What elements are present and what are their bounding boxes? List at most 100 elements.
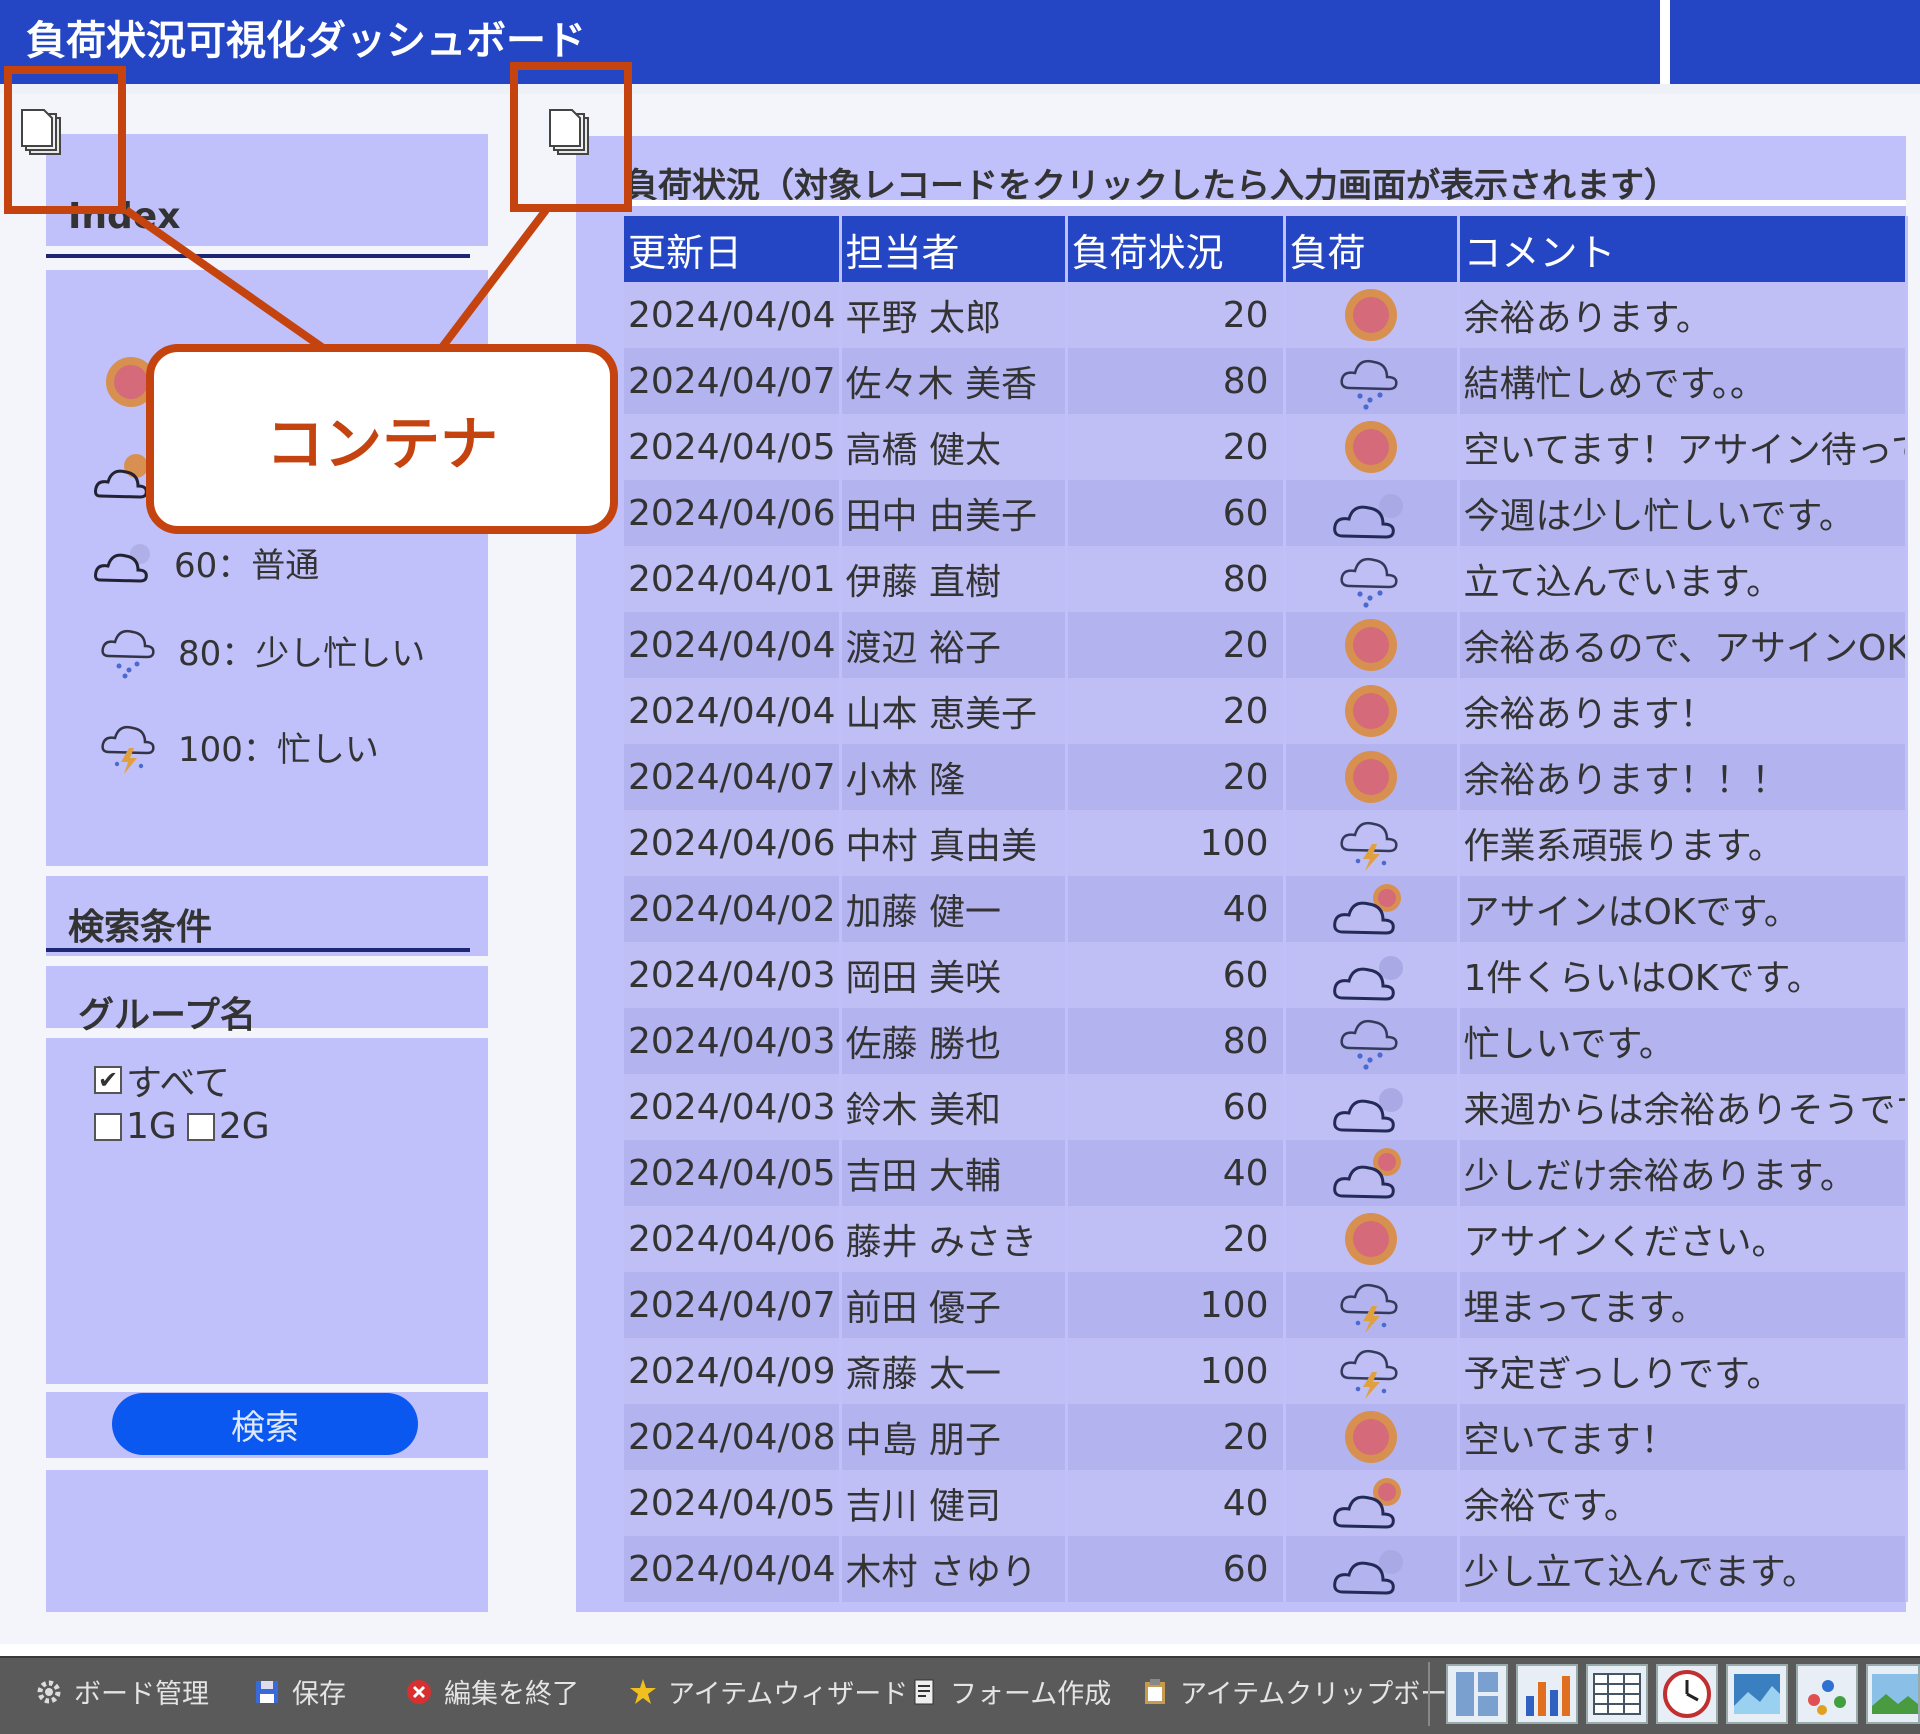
cell-person: 佐藤 勝也 [840, 1008, 1068, 1074]
legend-label: 100：忙しい [178, 729, 379, 770]
sun-icon [1286, 1210, 1456, 1268]
cell-person: 加藤 健一 [840, 876, 1068, 942]
table-row[interactable]: 2024/04/03鈴木 美和60 来週からは余裕ありそうです。 [624, 1074, 1908, 1140]
checkbox-all[interactable]: ✔ すべて [94, 1054, 230, 1106]
search-button[interactable]: 検索 [112, 1393, 418, 1455]
end-edit-label: 編集を終了 [444, 1679, 579, 1710]
column-header-load-status[interactable]: 負荷状況 [1066, 216, 1286, 282]
load-table: 更新日 担当者 負荷状況 負荷 コメント 2024/04/04 平野 太郎 20 余裕… [624, 216, 1908, 1602]
image-chart-widget-button[interactable] [1726, 1664, 1788, 1724]
thunder-cloud-icon [94, 716, 164, 776]
cell-load-status: 40 [1066, 876, 1286, 942]
table-row[interactable]: 2024/04/06 藤井 みさき 20 アサインください。 [624, 1206, 1908, 1272]
scatter-icon [1808, 1680, 1846, 1715]
item-wizard-button[interactable]: アイテムウィザード [628, 1672, 908, 1711]
cell-load-icon [1284, 1338, 1460, 1404]
column-header-person[interactable]: 担当者 [840, 216, 1068, 282]
table-row[interactable]: 2024/04/01 伊藤 直樹 80 立て込んでいます。 [624, 546, 1908, 612]
cell-comment: アサインはOKです。 [1458, 876, 1908, 942]
cell-comment: 空いてます！ [1458, 1404, 1908, 1470]
checkbox-2g-box[interactable] [186, 1112, 215, 1141]
cell-date: 2024/04/06 [624, 1206, 842, 1272]
cell-load-icon [1284, 1536, 1460, 1602]
cell-comment: 余裕あります！！！ [1458, 744, 1908, 810]
picture-icon [1872, 1674, 1918, 1714]
form-create-label: フォーム作成 [950, 1679, 1112, 1710]
bar-chart-widget-button[interactable] [1516, 1664, 1578, 1724]
cell-person: 小林 隆 [840, 744, 1068, 810]
form-icon [914, 1679, 934, 1704]
table-row[interactable]: 2024/04/05 吉川 健司 40 余裕です。 [624, 1470, 1908, 1536]
item-clipboard-button[interactable]: アイテムクリップボード [1140, 1672, 1474, 1711]
column-header-load[interactable]: 負荷 [1284, 216, 1460, 282]
end-edit-button[interactable]: 編集を終了 [404, 1672, 579, 1711]
table-row[interactable]: 2024/04/09 斎藤 太一 100 予定ぎっしりです。 [624, 1338, 1908, 1404]
table-row[interactable]: 2024/04/08 中島 朋子 20 空いてます！ [624, 1404, 1908, 1470]
scatter-widget-button[interactable] [1796, 1664, 1858, 1724]
table-row[interactable]: 2024/04/03 佐藤 勝也 80 忙しいです。 [624, 1008, 1908, 1074]
save-icon [256, 1680, 278, 1703]
clipboard-icon [1145, 1678, 1165, 1704]
sun-icon [1286, 748, 1456, 806]
table-row[interactable]: 2024/04/04 平野 太郎 20 余裕あります。 [624, 282, 1908, 348]
table-row[interactable]: 2024/04/06 田中 由美子 60 今週は少し忙しいです。 [624, 480, 1908, 546]
table-row[interactable]: 2024/04/02 加藤 健一 40 アサインはOKです。 [624, 876, 1908, 942]
cell-date: 2024/04/06 [624, 810, 842, 876]
table-row[interactable]: 2024/04/06 中村 真由美 100 作業系頑張ります。 [624, 810, 1908, 876]
clock-widget-button[interactable] [1656, 1664, 1718, 1724]
cell-person: 前田 優子 [840, 1272, 1068, 1338]
cell-load-status: 40 [1066, 1470, 1286, 1536]
title-bar-right [1670, 0, 1920, 84]
table-widget-button[interactable] [1586, 1664, 1648, 1724]
legend-item-thunder: 100：忙しい [94, 716, 379, 776]
column-header-comment[interactable]: コメント [1458, 216, 1908, 282]
table-row[interactable]: 2024/04/05 吉田 大輔 40 少しだけ余裕あります。 [624, 1140, 1908, 1206]
cell-load-icon [1284, 678, 1460, 744]
table-header-row: 更新日 担当者 負荷状況 負荷 コメント [624, 216, 1908, 282]
layout-widget-button[interactable] [1446, 1664, 1508, 1724]
save-button[interactable]: 保存 [252, 1672, 346, 1711]
table-row[interactable]: 2024/04/04 木村 さゆり 60 少し立て込んでます。 [624, 1536, 1908, 1602]
cell-load-icon [1284, 480, 1460, 546]
cell-date: 2024/04/03 [624, 942, 842, 1008]
cell-comment: 来週からは余裕ありそうです。 [1458, 1074, 1908, 1140]
board-manage-button[interactable]: ボード管理 [34, 1672, 209, 1711]
table-row[interactable]: 2024/04/07 佐々木 美香 80 結構忙しめです。。 [624, 348, 1908, 414]
table-row[interactable]: 2024/04/03 岡田 美咲 60 1件くらいはOKです。 [624, 942, 1908, 1008]
table-row[interactable]: 2024/04/04 山本 恵美子 20 余裕あります！ [624, 678, 1908, 744]
cell-comment: 立て込んでいます。 [1458, 546, 1908, 612]
cell-load-status: 60 [1066, 480, 1286, 546]
gear-icon [37, 1680, 61, 1703]
legend-label: 80：少し忙しい [178, 633, 426, 674]
cell-load-status: 20 [1066, 678, 1286, 744]
cell-load-icon [1284, 876, 1460, 942]
cell-load-status: 100 [1066, 1338, 1286, 1404]
rain-cloud-icon [1286, 550, 1456, 608]
cell-person: 山本 恵美子 [840, 678, 1068, 744]
column-header-date[interactable]: 更新日 [624, 216, 842, 282]
cell-load-icon [1284, 1470, 1460, 1536]
cell-comment: 余裕あります。 [1458, 282, 1908, 348]
form-create-button[interactable]: フォーム作成 [910, 1672, 1111, 1711]
table-row[interactable]: 2024/04/07 小林 隆 20 余裕あります！！！ [624, 744, 1908, 810]
table-row[interactable]: 2024/04/05高橋 健太20 空いてます！アサイン待ってま [624, 414, 1908, 480]
cell-comment: 余裕あるので、アサインOKで [1458, 612, 1908, 678]
table-row[interactable]: 2024/04/07 前田 優子 100 埋まってます。 [624, 1272, 1908, 1338]
search-header-panel: 検索条件 [46, 876, 488, 956]
cell-date: 2024/04/07 [624, 1272, 842, 1338]
cell-date: 2024/04/04 [624, 282, 842, 348]
cell-load-icon [1284, 414, 1460, 480]
picture-widget-button[interactable] [1866, 1664, 1920, 1724]
rain-cloud-icon [1286, 352, 1456, 410]
close-icon [407, 1679, 431, 1704]
cell-person: 斎藤 太一 [840, 1338, 1068, 1404]
cell-load-status: 20 [1066, 744, 1286, 810]
checkbox-1g-box[interactable] [94, 1112, 122, 1141]
cell-load-icon [1284, 744, 1460, 810]
checkbox-all-box[interactable]: ✔ [94, 1066, 122, 1094]
cell-comment: 忙しいです。 [1458, 1008, 1908, 1074]
table-row[interactable]: 2024/04/04 渡辺 裕子 20 余裕あるので、アサインOKで [624, 612, 1908, 678]
cell-date: 2024/04/03 [624, 1008, 842, 1074]
cloud-icon [1286, 1078, 1456, 1136]
cell-date: 2024/04/04 [624, 612, 842, 678]
